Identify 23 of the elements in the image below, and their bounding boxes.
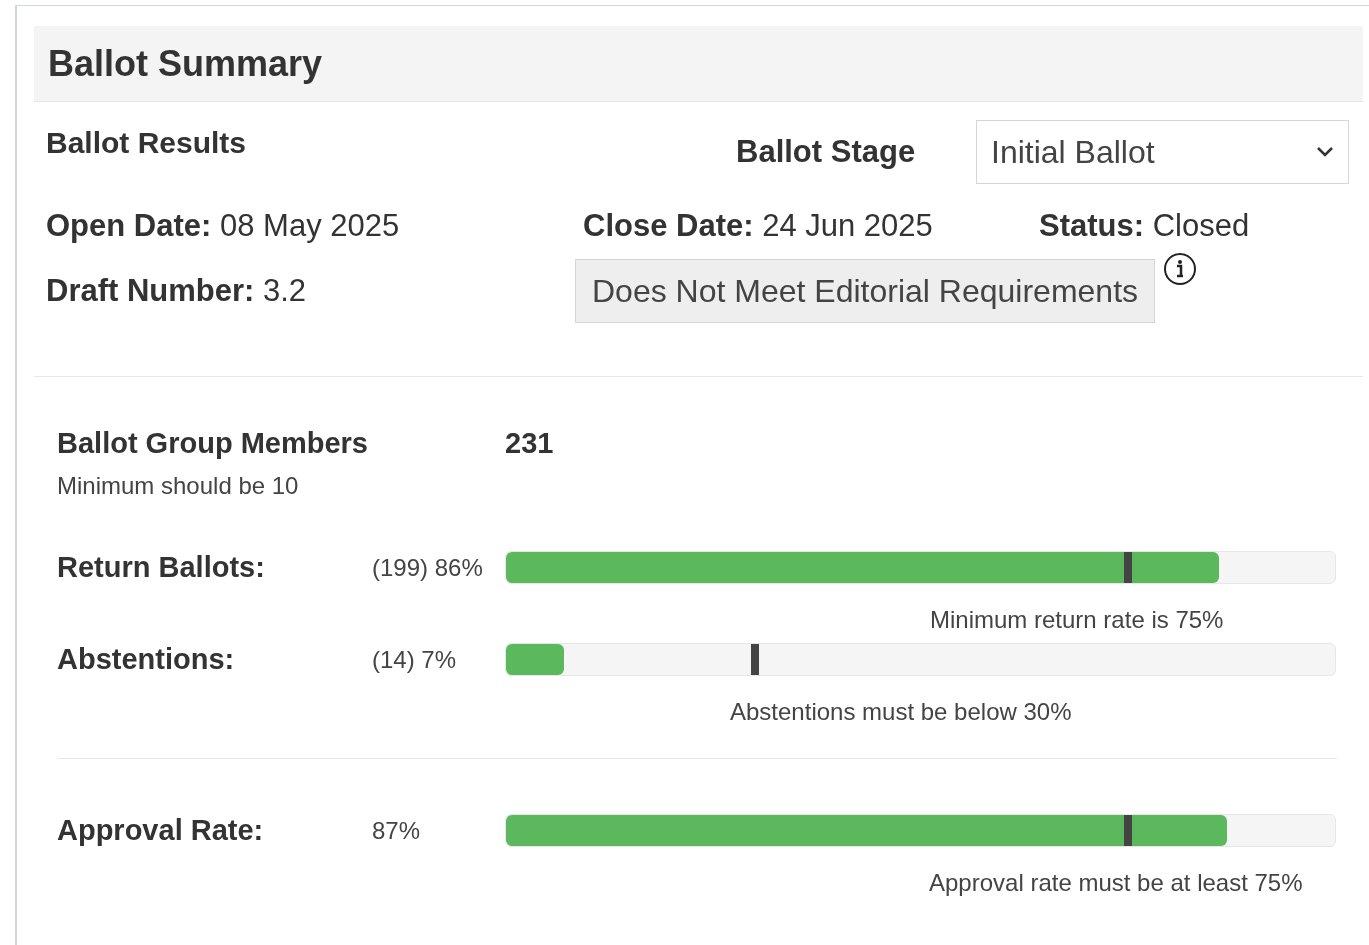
threshold-caption: Abstentions must be below 30% [729,696,1073,727]
members-count: 231 [505,426,554,461]
meter-label: Abstentions: [57,641,236,677]
field-text: Status: Closed [1039,206,1250,245]
meter-label: Approval Rate: [57,812,265,848]
threshold-caption: Approval rate must be at least 75% [928,867,1304,898]
members-note: Minimum should be 10 [57,470,300,501]
stage-label: Ballot Stage [736,132,917,171]
info-icon[interactable] [1163,252,1197,286]
meter-label: Return Ballots: [57,549,266,585]
stage-select[interactable]: Initial Ballot [976,120,1349,184]
meter-reading: (14) 7% [372,644,458,675]
members-label: Ballot Group Members [57,426,369,461]
meter-reading: (199) 86% [372,552,484,583]
status-badge: Does Not Meet Editorial Requirements [575,259,1155,323]
meter-reading: 87% [372,815,422,846]
field-text: Close Date: 24 Jun 2025 [583,206,934,245]
threshold-caption: Minimum return rate is 75% [929,604,1225,635]
chevron-down-icon [1316,146,1334,158]
field-text: Open Date: 08 May 2025 [46,206,401,245]
section-title: Ballot Results [46,124,248,161]
page-title: Ballot Summary [48,41,323,86]
field-text: Draft Number: 3.2 [46,272,308,310]
